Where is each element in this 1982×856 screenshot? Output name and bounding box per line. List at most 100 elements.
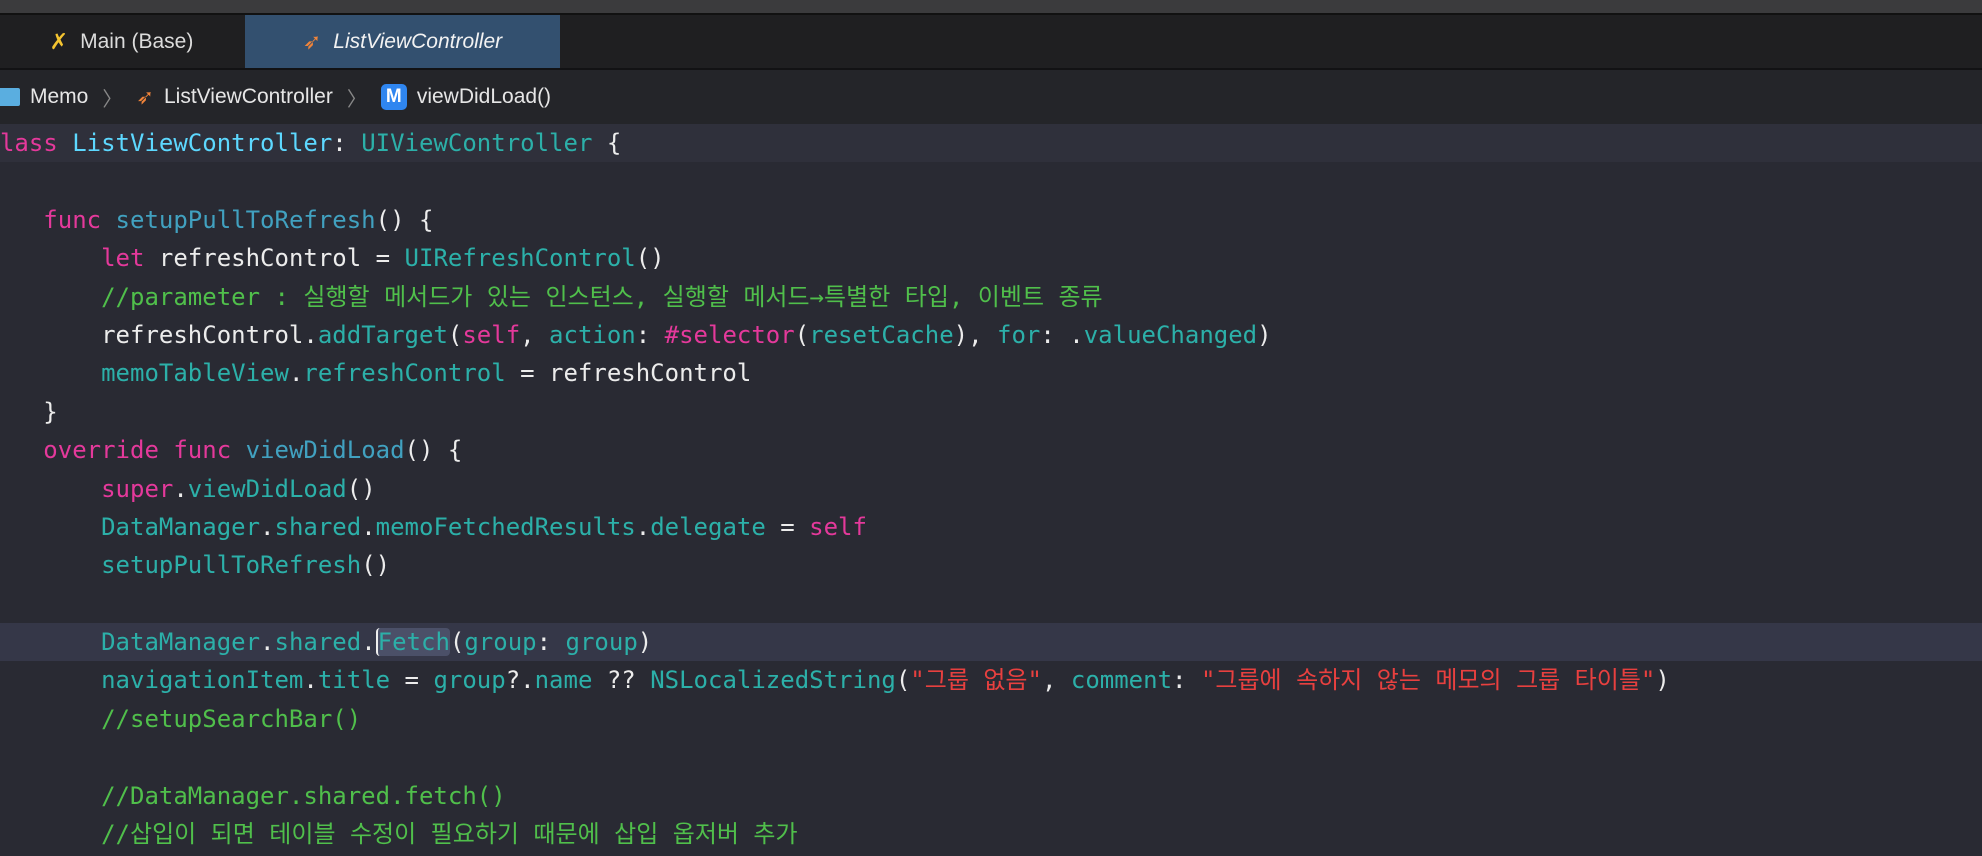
tab-label: Main (Base) xyxy=(80,29,194,53)
code-token: #selector xyxy=(664,320,795,349)
code-token: resetCache xyxy=(809,320,954,349)
code-token: shared xyxy=(274,628,362,657)
code-token: : xyxy=(1172,666,1201,695)
tab-label: ListViewController xyxy=(333,29,503,53)
interface-builder-icon: ✗ xyxy=(49,28,69,54)
code-line[interactable]: } xyxy=(0,393,1982,431)
tab-main-base[interactable]: ✗ Main (Base) xyxy=(0,15,243,68)
code-line[interactable]: super.viewDidLoad() xyxy=(0,470,1982,508)
code-token: . xyxy=(260,512,275,541)
breadcrumb-label: ListViewController xyxy=(163,85,333,108)
code-token: NSLocalizedString xyxy=(650,666,896,695)
code-line[interactable]: //DataManager.shared.fetch() xyxy=(0,777,1982,815)
code-token: = refreshControl xyxy=(505,359,752,388)
code-token: . xyxy=(635,512,651,541)
code-token: ) xyxy=(1257,320,1272,349)
chevron-right-icon: 〉 xyxy=(346,88,367,111)
breadcrumb: Memo 〉 ➶ ListViewController 〉 MviewDidLoa… xyxy=(0,70,1982,125)
breadcrumb-memo[interactable]: Memo xyxy=(0,85,88,109)
code-line[interactable] xyxy=(0,162,1982,200)
swift-icon: ➶ xyxy=(302,28,322,54)
code-token: = xyxy=(390,666,434,695)
code-line[interactable]: DataManager.shared.memoFetchedResults.de… xyxy=(0,508,1982,546)
code-token: let xyxy=(101,244,145,273)
code-token: ) xyxy=(637,628,653,657)
code-token: memoTableView xyxy=(101,359,289,388)
breadcrumb-list-view-controller[interactable]: ➶ ListViewController xyxy=(136,85,332,110)
breadcrumb-label: Memo xyxy=(30,85,89,108)
code-token: shared xyxy=(274,512,362,541)
code-line[interactable]: refreshControl.addTarget(self, action: #… xyxy=(0,316,1982,354)
code-token: ( xyxy=(895,666,911,695)
code-token: //삽입이 되면 테이블 수정이 필요하기 때문에 삽입 옵저버 추가 xyxy=(101,820,798,849)
code-token: DataManager xyxy=(101,628,261,657)
code-token: . xyxy=(361,628,376,657)
code-token: . xyxy=(288,359,304,388)
code-line[interactable]: memoTableView.refreshControl = refreshCo… xyxy=(0,354,1982,392)
code-line[interactable] xyxy=(0,585,1982,623)
code-token: : xyxy=(536,628,566,657)
code-token: group xyxy=(565,628,638,657)
tab-list-view-controller[interactable]: ➶ ListViewController xyxy=(245,15,560,68)
code-line[interactable]: func setupPullToRefresh() { xyxy=(0,201,1982,239)
code-token: valueChanged xyxy=(1083,320,1258,349)
breadcrumb-view-did-load[interactable]: MviewDidLoad() xyxy=(380,84,551,110)
code-token: ( xyxy=(794,320,810,349)
code-line[interactable]: setupPullToRefresh() xyxy=(0,546,1982,584)
code-token: , xyxy=(520,320,550,349)
code-line[interactable]: //setupSearchBar() xyxy=(0,700,1982,738)
code-token: viewDidLoad xyxy=(245,436,405,465)
code-token: } xyxy=(43,397,58,426)
code-token: ?? xyxy=(592,666,651,695)
code-token: () xyxy=(635,244,665,273)
code-token: . xyxy=(260,628,275,657)
code-line[interactable]: //삽입이 되면 테이블 수정이 필요하기 때문에 삽입 옵저버 추가 xyxy=(0,815,1982,853)
code-line[interactable]: DataManager.shared.Fetch(group: group) xyxy=(0,623,1982,662)
code-token: delegate xyxy=(650,512,766,541)
code-token: func xyxy=(43,205,102,234)
code-token: for xyxy=(997,320,1041,349)
code-token: ) xyxy=(1655,666,1670,695)
code-token: self xyxy=(462,320,521,349)
code-token: setupPullToRefresh xyxy=(115,205,376,234)
code-line[interactable]: navigationItem.title = group?.name ?? NS… xyxy=(0,661,1982,699)
code-token: : xyxy=(635,320,665,349)
code-line[interactable]: let refreshControl = UIRefreshControl() xyxy=(0,239,1982,277)
code-line[interactable]: //parameter : 실행할 메서드가 있는 인스턴스, 실행할 메서드→… xyxy=(0,278,1982,316)
code-token: self xyxy=(809,512,867,541)
code-line[interactable] xyxy=(0,738,1982,776)
code-token: title xyxy=(317,666,391,695)
code-token: ), xyxy=(953,320,998,349)
code-line[interactable]: class ListViewController: UIViewControll… xyxy=(0,124,1982,163)
code-token: UIRefreshControl xyxy=(404,244,636,273)
code-token: = xyxy=(765,512,810,541)
code-token: . xyxy=(173,474,188,503)
code-editor[interactable]: class ListViewController: UIViewControll… xyxy=(0,124,1982,853)
code-token: . xyxy=(303,666,318,695)
code-token: setupPullToRefresh xyxy=(101,551,362,580)
code-token: { xyxy=(592,129,622,157)
code-token: . xyxy=(361,512,376,541)
code-token: ListViewController xyxy=(72,129,333,157)
code-token: : xyxy=(332,129,362,157)
code-token: comment xyxy=(1070,666,1173,695)
code-line[interactable]: override func viewDidLoad() { xyxy=(0,431,1982,469)
code-token: ( xyxy=(449,628,465,657)
code-token: () xyxy=(346,474,376,503)
code-token: "그룹 없음" xyxy=(910,666,1042,695)
code-token: "그룹에 속하지 않는 메모의 그룹 타이틀" xyxy=(1200,666,1656,695)
